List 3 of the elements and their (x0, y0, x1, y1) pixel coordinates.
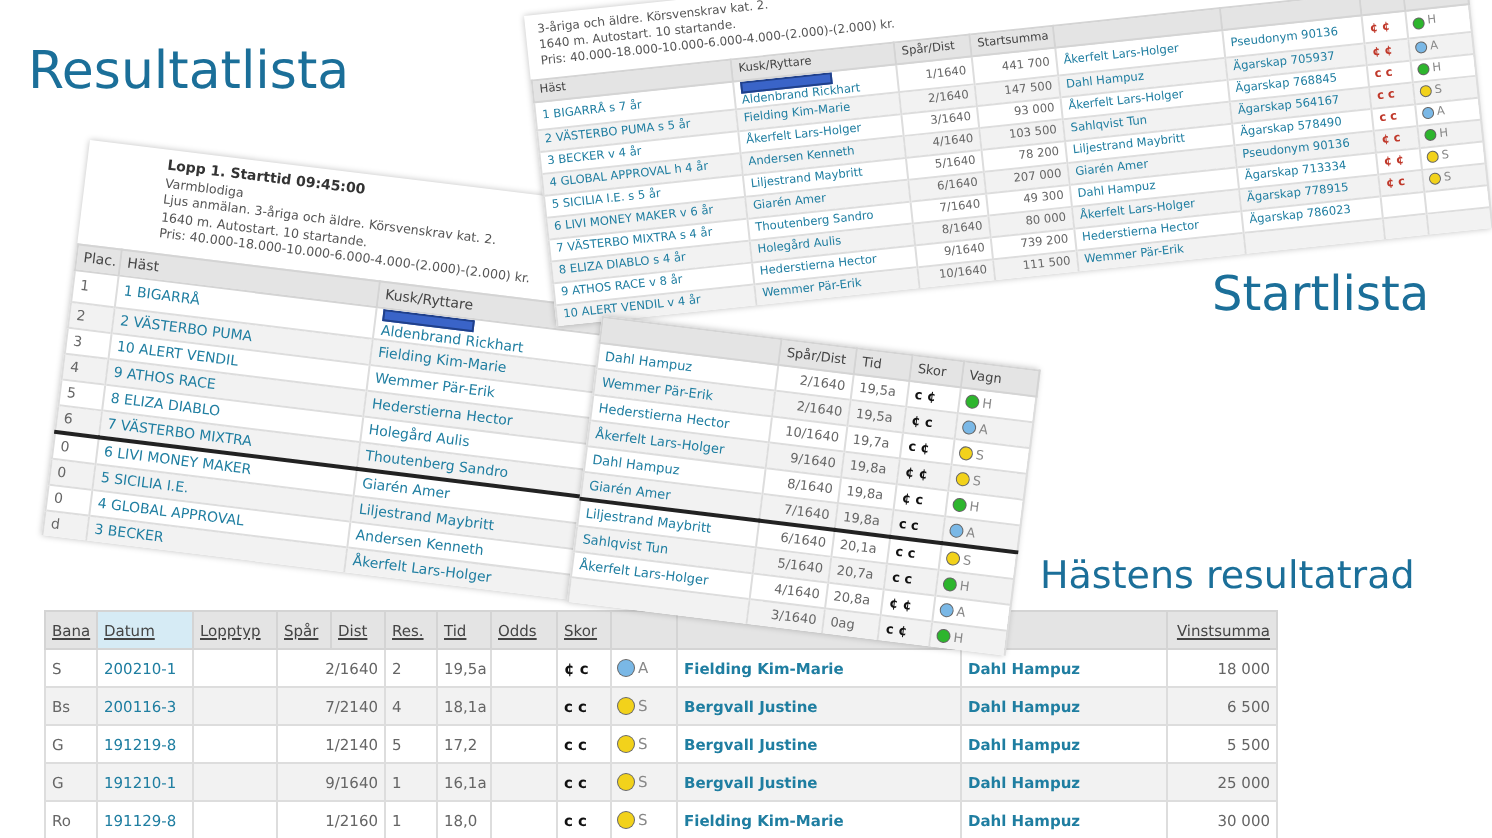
section-title: Resultatlista (28, 44, 350, 102)
section-title: Startlista (1212, 268, 1430, 321)
section-title: Hästens resultatrad (1040, 556, 1415, 598)
